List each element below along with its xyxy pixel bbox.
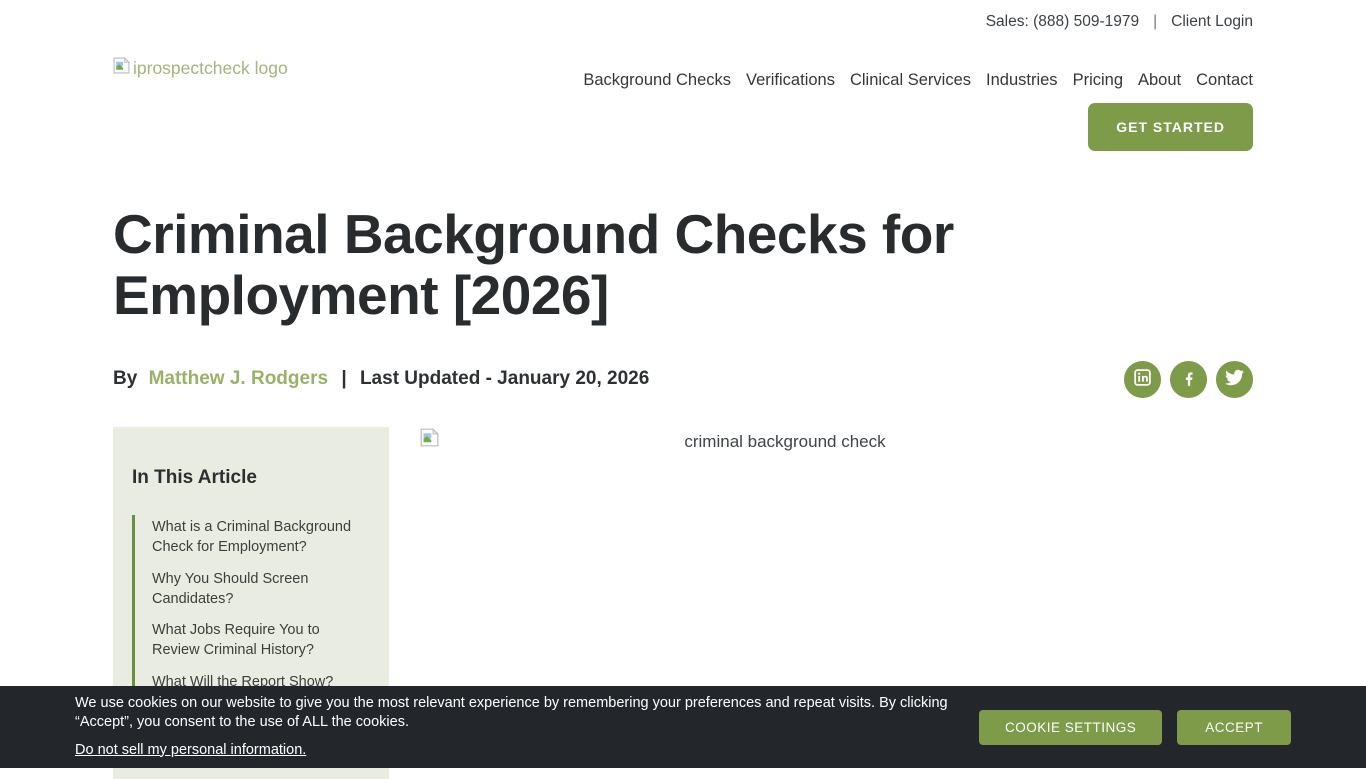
site-header: iprospectcheck logo Background Checks Ve… xyxy=(0,38,1366,151)
main-nav: Background Checks Verifications Clinical… xyxy=(583,71,1253,90)
nav-item-verifications[interactable]: Verifications xyxy=(746,71,835,90)
accept-cookies-button[interactable]: ACCEPT xyxy=(1177,710,1291,745)
toc-item: Why You Should Screen Candidates? xyxy=(152,569,367,610)
byline-row: By Matthew J. Rodgers | Last Updated - J… xyxy=(113,349,1253,409)
cookie-text-block: We use cookies on our website to give yo… xyxy=(75,694,963,759)
toc-heading: In This Article xyxy=(132,467,367,489)
facebook-icon xyxy=(1179,368,1199,391)
broken-image-icon xyxy=(113,57,130,79)
twitter-icon xyxy=(1225,368,1244,390)
client-login-link[interactable]: Client Login xyxy=(1171,13,1253,31)
cookie-consent-bar: We use cookies on our website to give yo… xyxy=(0,686,1366,768)
toc-item: What is a Criminal Background Check for … xyxy=(152,517,367,558)
get-started-button[interactable]: GET STARTED xyxy=(1088,103,1253,151)
topbar-divider: | xyxy=(1153,13,1157,31)
social-share xyxy=(1124,361,1253,398)
nav-item-contact[interactable]: Contact xyxy=(1196,71,1253,90)
nav-item-about[interactable]: About xyxy=(1138,71,1181,90)
nav-item-background-checks[interactable]: Background Checks xyxy=(583,71,731,90)
nav-item-pricing[interactable]: Pricing xyxy=(1073,71,1123,90)
facebook-share-button[interactable] xyxy=(1170,361,1207,398)
cookie-settings-button[interactable]: COOKIE SETTINGS xyxy=(979,710,1162,745)
broken-image-icon xyxy=(420,428,439,452)
linkedin-share-button[interactable] xyxy=(1124,361,1161,398)
last-updated: Last Updated - January 20, 2026 xyxy=(360,368,649,389)
toc-item: What Jobs Require You to Review Criminal… xyxy=(152,620,367,661)
cookie-buttons: COOKIE SETTINGS ACCEPT xyxy=(979,710,1291,745)
hero-image-alt-text: criminal background check xyxy=(420,427,1150,452)
cookie-message: We use cookies on our website to give yo… xyxy=(75,694,963,732)
nav-item-industries[interactable]: Industries xyxy=(986,71,1058,90)
byline-prefix: By xyxy=(113,368,137,389)
sales-phone-link[interactable]: Sales: (888) 509-1979 xyxy=(986,13,1139,31)
author-link[interactable]: Matthew J. Rodgers xyxy=(149,368,328,389)
header-right: Background Checks Verifications Clinical… xyxy=(583,38,1253,151)
logo-alt-text: iprospectcheck logo xyxy=(133,58,288,79)
byline-separator: | xyxy=(341,368,346,389)
do-not-sell-link[interactable]: Do not sell my personal information. xyxy=(75,741,306,760)
page-title: Criminal Background Checks for Employmen… xyxy=(113,204,1103,325)
hero-image-broken: criminal background check xyxy=(420,427,1150,452)
toc-link-why-screen[interactable]: Why You Should Screen Candidates? xyxy=(152,571,308,607)
nav-item-clinical-services[interactable]: Clinical Services xyxy=(850,71,971,90)
site-logo[interactable]: iprospectcheck logo xyxy=(113,57,288,79)
linkedin-icon xyxy=(1133,368,1152,390)
utility-bar: Sales: (888) 509-1979 | Client Login xyxy=(0,0,1366,38)
twitter-share-button[interactable] xyxy=(1216,361,1253,398)
byline: By Matthew J. Rodgers | Last Updated - J… xyxy=(113,368,649,390)
toc-link-what-is[interactable]: What is a Criminal Background Check for … xyxy=(152,519,351,555)
toc-link-what-jobs[interactable]: What Jobs Require You to Review Criminal… xyxy=(152,622,320,658)
